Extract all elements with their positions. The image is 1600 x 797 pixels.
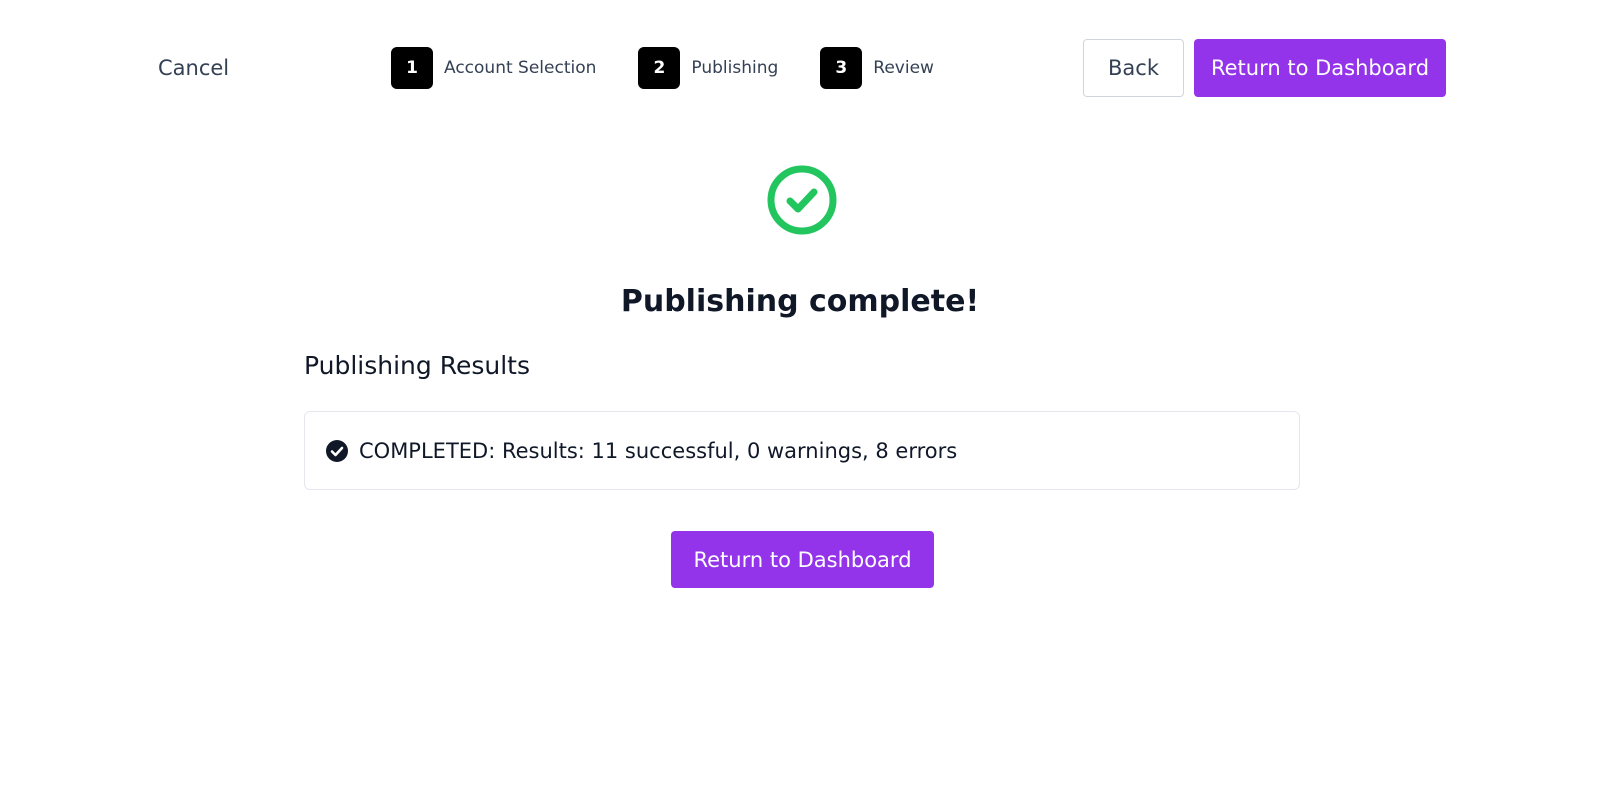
page-title: Publishing complete! (620, 284, 980, 319)
publish-complete-page: Cancel 1 Account Selection 2 Publishing … (0, 0, 1600, 797)
results-summary: COMPLETED: Results: 11 successful, 0 war… (359, 438, 958, 463)
step-publishing[interactable]: 2 Publishing (638, 47, 778, 89)
results-heading: Publishing Results (304, 351, 530, 380)
stepper: 1 Account Selection 2 Publishing 3 Revie… (391, 47, 934, 89)
return-to-dashboard-button-top[interactable]: Return to Dashboard (1194, 39, 1446, 97)
step-number: 2 (638, 47, 681, 89)
results-panel: COMPLETED: Results: 11 successful, 0 war… (304, 411, 1300, 490)
check-circle-filled-icon (326, 439, 348, 462)
step-review[interactable]: 3 Review (820, 47, 934, 89)
step-label: Publishing (691, 58, 779, 78)
step-label: Review (873, 58, 934, 78)
step-label: Account Selection (444, 58, 597, 78)
return-to-dashboard-button[interactable]: Return to Dashboard (671, 531, 934, 588)
step-number: 3 (820, 47, 863, 89)
check-circle-icon (767, 165, 837, 235)
step-number: 1 (391, 47, 433, 89)
step-account-selection[interactable]: 1 Account Selection (391, 47, 596, 89)
cancel-button[interactable]: Cancel (158, 54, 229, 82)
back-button[interactable]: Back (1083, 39, 1184, 97)
header-bar: Cancel 1 Account Selection 2 Publishing … (0, 0, 1600, 136)
